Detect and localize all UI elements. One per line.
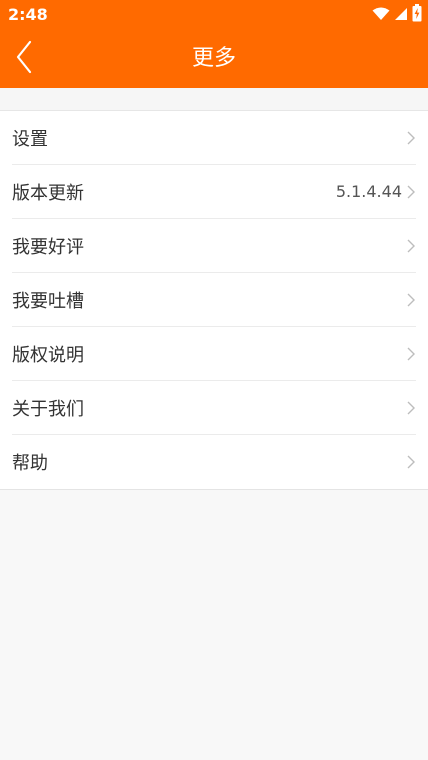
menu-item-label: 关于我们 (12, 398, 84, 420)
chevron-right-icon (406, 455, 416, 469)
chevron-right-icon (406, 347, 416, 361)
menu-item-label: 我要好评 (12, 236, 84, 258)
chevron-left-icon (15, 40, 33, 78)
menu-item-rate-app[interactable]: 我要好评 (12, 219, 416, 273)
menu-item-copyright[interactable]: 版权说明 (12, 327, 416, 381)
chevron-right-icon (406, 401, 416, 415)
signal-icon (394, 6, 408, 25)
menu-item-label: 版权说明 (12, 344, 84, 366)
menu-item-settings[interactable]: 设置 (12, 111, 416, 165)
version-number: 5.1.4.44 (335, 182, 402, 201)
battery-charging-icon (412, 4, 422, 26)
chevron-right-icon (406, 293, 416, 307)
menu-item-label: 设置 (12, 128, 48, 150)
wifi-icon (372, 6, 390, 25)
app-bar: 更多 (0, 30, 428, 88)
menu-item-label: 我要吐槽 (12, 290, 84, 312)
menu-item-help[interactable]: 帮助 (12, 435, 416, 489)
chevron-right-icon (406, 131, 416, 145)
status-icons (372, 4, 422, 26)
status-time: 2:48 (8, 5, 48, 24)
menu-item-label: 版本更新 (12, 182, 84, 204)
menu-item-label: 帮助 (12, 453, 48, 474)
menu-item-about-us[interactable]: 关于我们 (12, 381, 416, 435)
back-button[interactable] (6, 38, 42, 80)
section-spacer (0, 88, 428, 111)
page-title: 更多 (191, 46, 236, 71)
menu-list: 设置 版本更新 5.1.4.44 我要好评 我要吐槽 版权说明 关于我们 帮助 (0, 111, 428, 490)
chevron-right-icon (406, 185, 416, 199)
chevron-right-icon (406, 239, 416, 253)
status-bar: 2:48 (0, 0, 428, 30)
menu-item-feedback[interactable]: 我要吐槽 (12, 273, 416, 327)
menu-item-version-update[interactable]: 版本更新 5.1.4.44 (12, 165, 416, 219)
